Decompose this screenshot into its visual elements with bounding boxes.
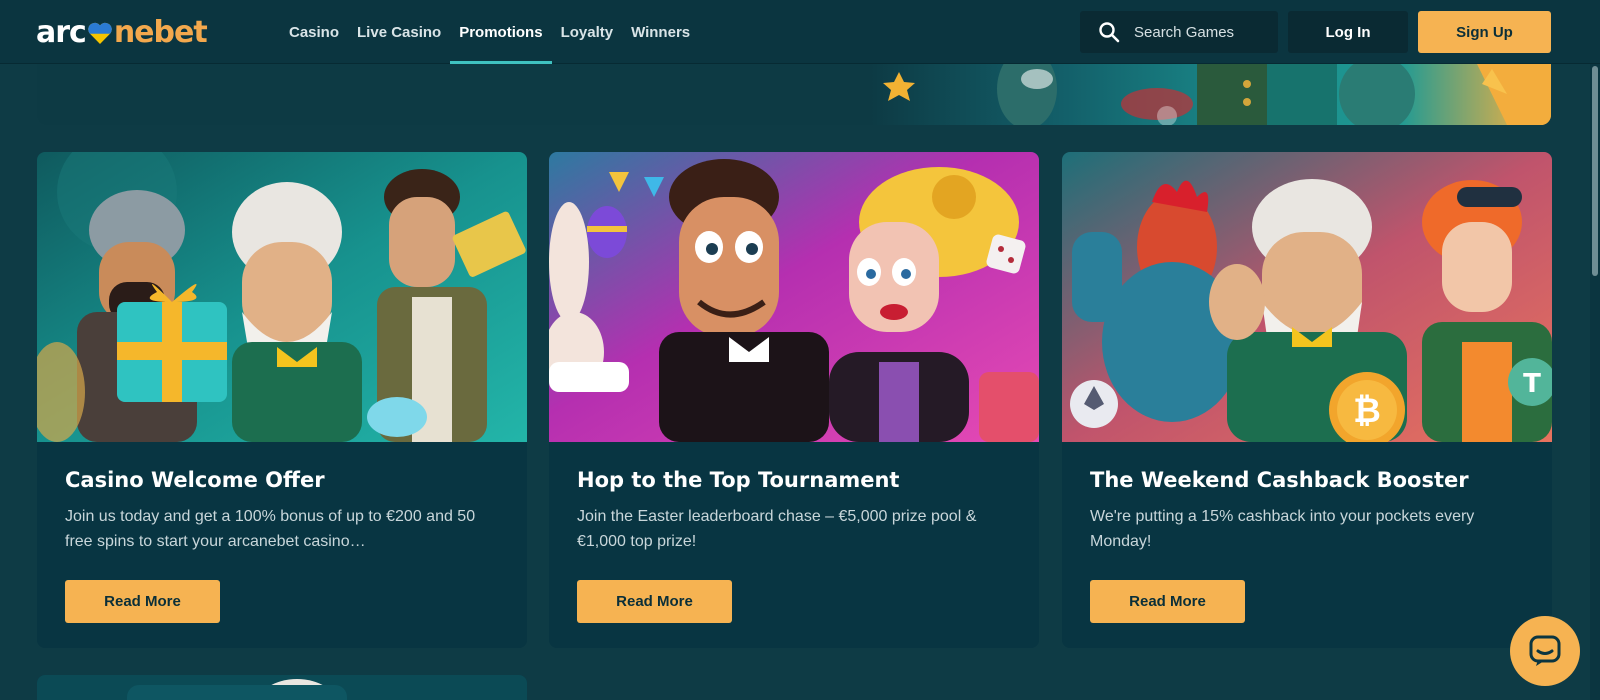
promo-title: Hop to the Top Tournament xyxy=(577,468,900,492)
signup-button[interactable]: Sign Up xyxy=(1418,11,1551,53)
nav-promotions[interactable]: Promotions xyxy=(450,0,552,64)
promo-card-image xyxy=(549,152,1039,442)
promo-card-welcome[interactable]: Casino Welcome Offer Join us today and g… xyxy=(37,152,527,648)
search-input[interactable]: Search Games xyxy=(1080,11,1278,53)
promo-description: Join the Easter leaderboard chase – €5,0… xyxy=(577,508,977,550)
read-more-button[interactable]: Read More xyxy=(65,580,220,623)
hero-banner[interactable] xyxy=(37,64,1551,125)
login-button[interactable]: Log In xyxy=(1288,11,1408,53)
live-chat-button[interactable] xyxy=(1510,616,1580,686)
search-icon xyxy=(1099,22,1120,43)
promo-title: Casino Welcome Offer xyxy=(65,468,325,492)
logo-text-right: nebet xyxy=(113,14,208,50)
promo-card-image xyxy=(37,675,527,700)
nav-loyalty[interactable]: Loyalty xyxy=(552,0,623,64)
svg-text:T: T xyxy=(1523,369,1541,399)
chat-icon xyxy=(1529,635,1561,666)
promo-description: We're putting a 15% cashback into your p… xyxy=(1090,508,1475,550)
read-more-button[interactable]: Read More xyxy=(1090,580,1245,623)
main-nav: Casino Live Casino Promotions Loyalty Wi… xyxy=(280,0,699,64)
site-logo[interactable]: arc nebet xyxy=(36,14,208,50)
heart-logo-icon xyxy=(88,22,112,44)
site-header: arc nebet Casino Live Casino Promotions … xyxy=(0,0,1600,64)
logo-text-left: arc xyxy=(36,14,87,50)
read-more-button[interactable]: Read More xyxy=(577,580,732,623)
promo-card-tournament[interactable]: Hop to the Top Tournament Join the Easte… xyxy=(549,152,1039,648)
hero-banner-art xyxy=(883,64,1551,125)
promo-card-cashback[interactable]: ₿ T The Weekend Cashback Booster We're p… xyxy=(1062,152,1552,648)
promo-title: The Weekend Cashback Booster xyxy=(1090,468,1469,492)
nav-winners[interactable]: Winners xyxy=(622,0,699,64)
promo-card-next[interactable] xyxy=(37,675,527,700)
promo-description: Join us today and get a 100% bonus of up… xyxy=(65,508,476,550)
scrollbar-thumb[interactable] xyxy=(1592,66,1598,276)
search-placeholder: Search Games xyxy=(1134,23,1235,41)
svg-text:₿: ₿ xyxy=(1353,391,1381,431)
nav-casino[interactable]: Casino xyxy=(280,0,348,64)
promo-card-image: ₿ T xyxy=(1062,152,1552,442)
star-icon xyxy=(883,72,915,101)
nav-live-casino[interactable]: Live Casino xyxy=(348,0,450,64)
promo-card-image xyxy=(37,152,527,442)
